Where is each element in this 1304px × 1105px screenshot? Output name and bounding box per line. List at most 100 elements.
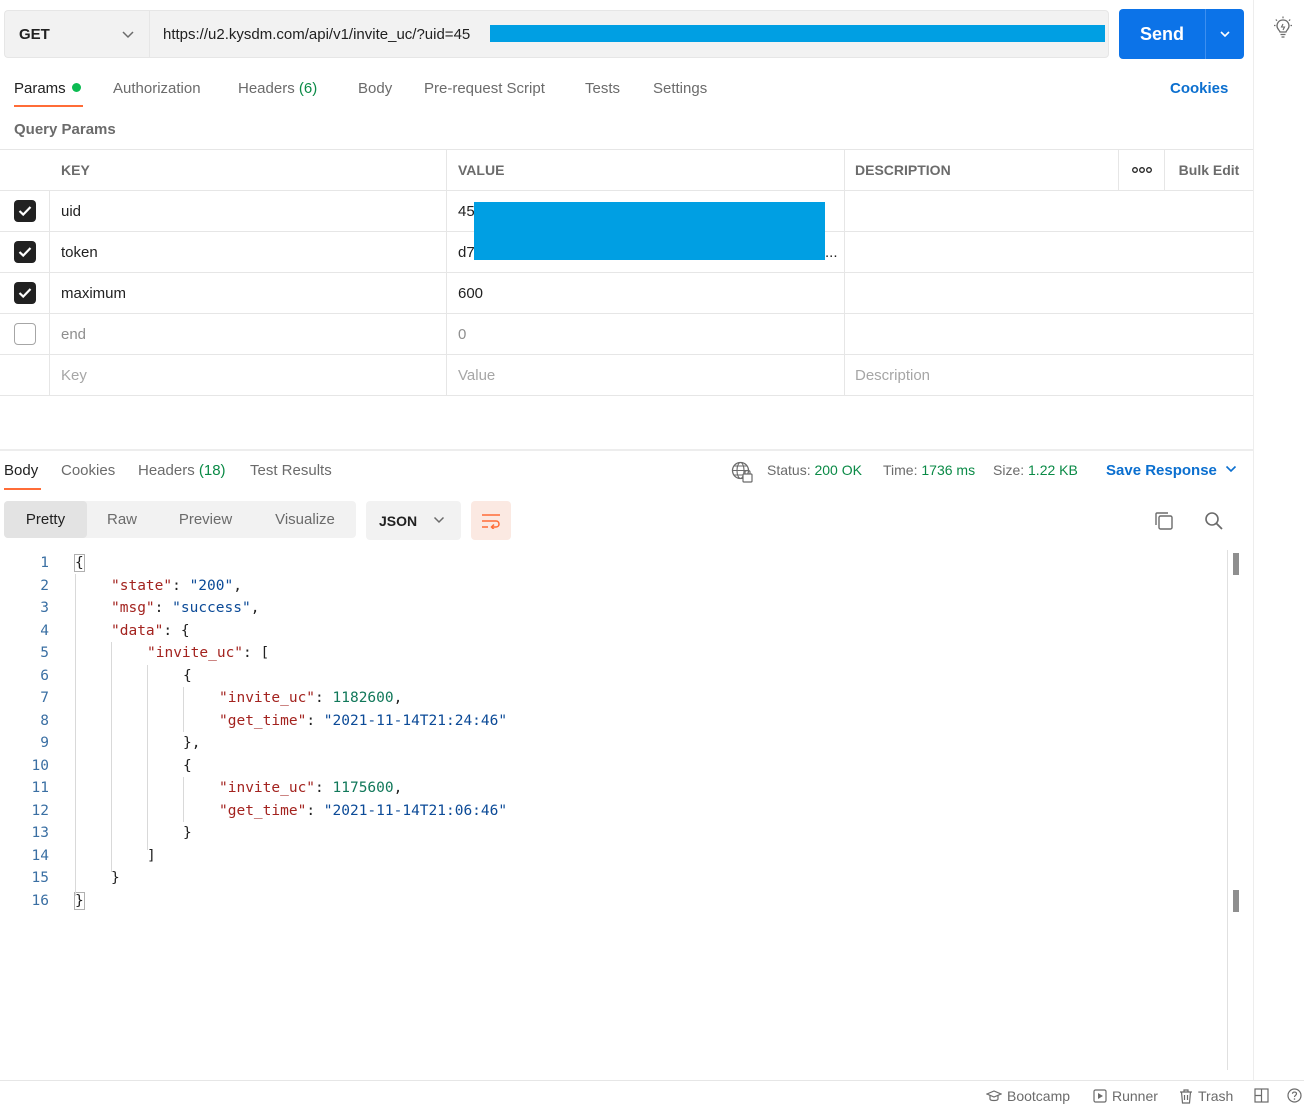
- tab-authorization[interactable]: Authorization: [113, 80, 201, 97]
- pane-resize-divider[interactable]: [0, 449, 1253, 451]
- response-tab-headers[interactable]: Headers (18): [138, 462, 226, 479]
- response-tab-headers-count: (18): [198, 462, 226, 479]
- param-value[interactable]: 600: [447, 273, 845, 313]
- param-key[interactable]: uid: [50, 191, 447, 231]
- query-params-title: Query Params: [14, 121, 116, 138]
- bootcamp-button[interactable]: Bootcamp: [986, 1088, 1070, 1104]
- line-number: 7: [40, 690, 49, 706]
- view-visualize[interactable]: Visualize: [254, 501, 356, 538]
- lightbulb-icon[interactable]: [1272, 16, 1294, 40]
- wrap-lines-button[interactable]: [471, 501, 511, 540]
- tab-headers-label: Headers: [238, 80, 295, 97]
- size-value[interactable]: 1.22 KB: [1028, 462, 1078, 478]
- chevron-down-icon: [1225, 465, 1237, 473]
- tab-authorization-label: Authorization: [113, 80, 201, 97]
- response-tab-test-results[interactable]: Test Results: [250, 462, 332, 479]
- response-tab-cookies[interactable]: Cookies: [61, 462, 115, 479]
- json-colon: :: [306, 802, 324, 819]
- view-pretty[interactable]: Pretty: [4, 501, 87, 538]
- runner-button[interactable]: Runner: [1093, 1088, 1158, 1104]
- code-line: 14]: [0, 845, 1225, 868]
- bulk-edit-button[interactable]: Bulk Edit: [1165, 150, 1253, 190]
- response-body-editor[interactable]: 1{2 "state": "200", 3 "msg": "success", 4 "da…: [0, 552, 1225, 912]
- param-description[interactable]: [845, 314, 1253, 354]
- code-text: "data": {: [111, 620, 190, 643]
- json-comma: ,: [233, 577, 242, 594]
- search-icon[interactable]: [1203, 510, 1225, 532]
- tab-prerequest-script[interactable]: Pre-request Script: [424, 80, 545, 97]
- json-string: "2021-11-14T21:24:46": [323, 712, 508, 729]
- copy-icon[interactable]: [1153, 510, 1175, 532]
- trash-button[interactable]: Trash: [1179, 1088, 1233, 1104]
- code-text: }: [183, 822, 192, 845]
- param-checkbox-checked[interactable]: [13, 200, 36, 222]
- save-response-button[interactable]: Save Response: [1106, 462, 1237, 479]
- tab-tests[interactable]: Tests: [585, 80, 620, 97]
- param-description[interactable]: [845, 191, 1253, 231]
- right-sidebar-border: [1253, 0, 1254, 1080]
- send-dropdown[interactable]: [1206, 27, 1244, 41]
- json-bracket: }: [111, 870, 120, 886]
- send-button[interactable]: Send: [1119, 9, 1244, 59]
- line-number: 9: [40, 735, 49, 751]
- view-raw[interactable]: Raw: [87, 501, 157, 538]
- chevron-down-icon: [122, 31, 134, 39]
- json-bracket: }: [183, 825, 192, 841]
- line-number: 3: [40, 600, 49, 616]
- status-value[interactable]: 200 OK: [814, 462, 861, 478]
- redaction-block: [490, 25, 1105, 42]
- help-button[interactable]: [1287, 1088, 1304, 1103]
- param-key[interactable]: maximum: [50, 273, 447, 313]
- line-number: 1: [40, 555, 49, 571]
- response-tab-body[interactable]: Body: [4, 462, 38, 479]
- two-pane-button[interactable]: [1254, 1088, 1274, 1103]
- param-checkbox-checked[interactable]: [13, 241, 36, 263]
- globe-lock-icon[interactable]: [731, 461, 753, 483]
- param-key[interactable]: token: [50, 232, 447, 272]
- help-circle-icon: [1287, 1088, 1302, 1103]
- param-value[interactable]: 0: [447, 314, 845, 354]
- method-select[interactable]: GET: [4, 10, 149, 58]
- editor-scroll-marker: [1233, 553, 1239, 575]
- tab-headers[interactable]: Headers (6): [238, 80, 317, 97]
- more-options-button[interactable]: [1119, 150, 1165, 190]
- cookies-link[interactable]: Cookies: [1170, 80, 1228, 97]
- code-line: 1{: [0, 552, 1225, 575]
- response-tab-headers-label: Headers: [138, 462, 195, 479]
- editor-scrollbar-track[interactable]: [1227, 550, 1228, 1070]
- param-checkbox-cell: [0, 355, 50, 395]
- code-text: "invite_uc": [: [147, 642, 269, 665]
- tab-prerequest-label: Pre-request Script: [424, 80, 545, 97]
- tab-params-label: Params: [14, 80, 66, 97]
- bootcamp-label: Bootcamp: [1007, 1088, 1071, 1104]
- new-key-input[interactable]: Key: [50, 355, 447, 395]
- view-preview[interactable]: Preview: [157, 501, 254, 538]
- param-value-text: d7: [458, 243, 475, 261]
- code-text: "get_time": "2021-11-14T21:24:46": [219, 710, 507, 733]
- param-row-new: Key Value Description: [0, 355, 1253, 396]
- new-description-input[interactable]: Description: [845, 355, 1253, 395]
- param-checkbox-unchecked[interactable]: [13, 323, 36, 345]
- json-number: 1175600: [332, 780, 394, 796]
- indent-guide: [147, 665, 148, 850]
- json-key: "data": [111, 622, 164, 639]
- format-select[interactable]: JSON: [366, 501, 461, 540]
- code-text: {: [183, 755, 192, 778]
- line-number: 15: [31, 870, 49, 886]
- tab-settings[interactable]: Settings: [653, 80, 707, 97]
- json-bracket: {: [183, 667, 192, 684]
- json-comma: ,: [250, 600, 260, 616]
- param-description[interactable]: [845, 273, 1253, 313]
- param-checkbox-cell: [0, 232, 50, 272]
- json-colon: :: [163, 622, 181, 639]
- time-value[interactable]: 1736 ms: [921, 462, 975, 478]
- tab-body[interactable]: Body: [358, 80, 392, 97]
- json-colon: :: [172, 577, 190, 594]
- new-value-input[interactable]: Value: [447, 355, 845, 395]
- param-key[interactable]: end: [50, 314, 447, 354]
- param-description[interactable]: [845, 232, 1253, 272]
- param-checkbox-checked[interactable]: [13, 282, 36, 304]
- line-number: 16: [31, 892, 49, 909]
- redaction-block: [474, 202, 825, 260]
- tab-params[interactable]: Params: [14, 80, 81, 97]
